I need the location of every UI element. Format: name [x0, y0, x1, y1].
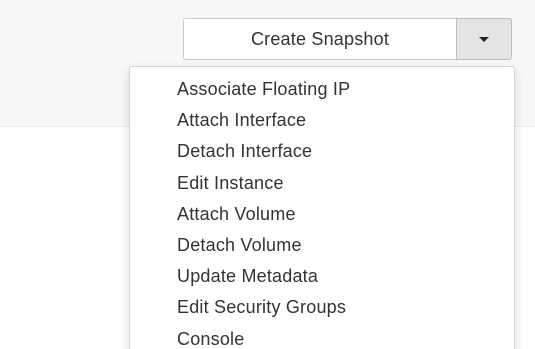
create-snapshot-button[interactable]: Create Snapshot [183, 18, 457, 60]
menu-item-edit-security-groups[interactable]: Edit Security Groups [130, 292, 514, 323]
menu-item-edit-instance[interactable]: Edit Instance [130, 168, 514, 199]
menu-item-detach-volume[interactable]: Detach Volume [130, 230, 514, 261]
menu-item-console[interactable]: Console [130, 324, 514, 349]
instance-actions-button-group: Create Snapshot [183, 18, 512, 60]
menu-item-attach-volume[interactable]: Attach Volume [130, 199, 514, 230]
menu-item-attach-interface[interactable]: Attach Interface [130, 105, 514, 136]
menu-item-detach-interface[interactable]: Detach Interface [130, 136, 514, 167]
page: Create Snapshot Associate Floating IP At… [0, 0, 535, 349]
menu-item-associate-floating-ip[interactable]: Associate Floating IP [130, 74, 514, 105]
actions-dropdown-toggle[interactable] [456, 18, 512, 60]
caret-down-icon [479, 36, 489, 42]
actions-dropdown-menu: Associate Floating IP Attach Interface D… [129, 66, 515, 349]
menu-item-update-metadata[interactable]: Update Metadata [130, 261, 514, 292]
